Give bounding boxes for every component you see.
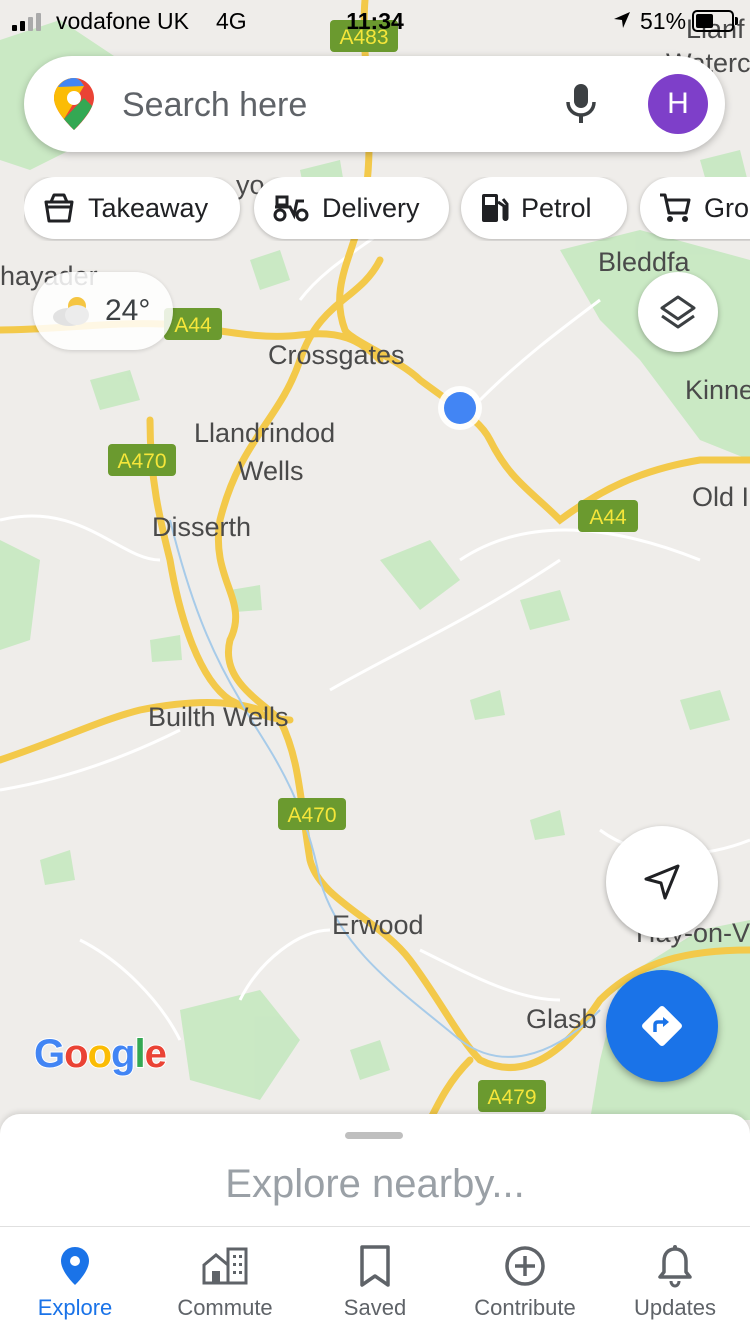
temperature: 24° xyxy=(105,294,151,327)
battery-percent: 51% xyxy=(640,8,687,34)
directions-icon xyxy=(642,1006,682,1046)
plus-circle-icon xyxy=(505,1246,545,1286)
google-maps-logo-icon xyxy=(54,78,94,130)
chip-label: Petrol xyxy=(521,192,592,223)
google-letter: g xyxy=(110,1031,136,1077)
nav-label: Contribute xyxy=(474,1295,576,1320)
google-letter: l xyxy=(133,1031,146,1077)
status-bar: vodafone UK 4G 11:34 51% xyxy=(0,0,750,44)
nav-explore[interactable]: Explore xyxy=(0,1227,150,1335)
sheet-drag-handle[interactable] xyxy=(345,1132,403,1139)
google-letter: G xyxy=(33,1031,66,1077)
location-services-icon xyxy=(614,12,630,28)
nav-commute[interactable]: Commute xyxy=(150,1227,300,1335)
road-a44-east: A44 xyxy=(589,506,627,529)
weather-badge[interactable]: 24° xyxy=(33,272,173,350)
takeaway-icon xyxy=(44,193,74,223)
chip-label: Delivery xyxy=(322,192,420,223)
google-letter: o xyxy=(63,1031,89,1077)
google-logo: Google xyxy=(33,1031,168,1077)
nav-label: Explore xyxy=(37,1295,113,1320)
bookmark-icon xyxy=(360,1245,390,1287)
google-letter: o xyxy=(87,1031,113,1077)
cart-icon xyxy=(660,193,691,222)
battery-icon xyxy=(692,10,738,32)
road-a44-west: A44 xyxy=(174,314,212,337)
current-location-dot[interactable] xyxy=(438,386,482,430)
petrol-pump-icon xyxy=(482,194,509,222)
partly-cloudy-icon xyxy=(53,297,89,326)
navigation-arrow-icon xyxy=(644,864,680,900)
road-a470-south: A470 xyxy=(287,804,336,827)
directions-button[interactable] xyxy=(606,970,718,1082)
avatar[interactable]: H xyxy=(648,74,708,134)
bottom-navigation: Explore Commute Saved Contribute Updates xyxy=(0,1226,750,1335)
place-kinne: Kinne xyxy=(685,375,750,405)
microphone-icon[interactable] xyxy=(564,82,598,126)
map-canvas[interactable]: Crossgates Llandrindod Wells Disserth Bu… xyxy=(0,0,750,1120)
road-a479: A479 xyxy=(487,1086,536,1109)
place-crossgates: Crossgates xyxy=(268,340,405,370)
chip-delivery[interactable]: Delivery xyxy=(254,177,449,239)
chip-takeaway[interactable]: Takeaway xyxy=(24,177,240,239)
place-erwood: Erwood xyxy=(332,910,424,940)
place-old: Old I xyxy=(692,482,749,512)
layers-icon xyxy=(660,295,696,329)
layers-button[interactable] xyxy=(638,272,718,352)
category-chips: Takeaway Delivery Petrol Gro xyxy=(24,177,750,241)
place-llandrindod: Llandrindod xyxy=(194,418,335,448)
clock: 11:34 xyxy=(346,8,404,34)
nav-updates[interactable]: Updates xyxy=(600,1227,750,1335)
nav-saved[interactable]: Saved xyxy=(300,1227,450,1335)
place-glasb: Glasb xyxy=(526,1004,597,1034)
google-letter: e xyxy=(144,1031,168,1077)
explore-sheet[interactable]: Explore nearby... xyxy=(0,1114,750,1226)
nav-label: Updates xyxy=(634,1295,716,1320)
search-bar[interactable]: H xyxy=(24,56,725,152)
recenter-button[interactable] xyxy=(606,826,718,938)
search-input[interactable] xyxy=(120,78,524,132)
delivery-scooter-icon xyxy=(273,195,309,222)
place-builth-wells: Builth Wells xyxy=(148,702,289,732)
nav-contribute[interactable]: Contribute xyxy=(450,1227,600,1335)
explore-pin-icon xyxy=(61,1247,89,1285)
chip-petrol[interactable]: Petrol xyxy=(461,177,627,239)
bell-icon xyxy=(658,1245,692,1288)
place-disserth: Disserth xyxy=(152,512,251,542)
chip-groceries[interactable]: Gro xyxy=(640,177,750,239)
commute-building-icon xyxy=(202,1247,248,1285)
road-a470-north: A470 xyxy=(117,450,166,473)
place-wells: Wells xyxy=(238,456,304,486)
chip-label: Gro xyxy=(704,192,750,223)
nav-label: Commute xyxy=(177,1295,273,1320)
explore-nearby-title: Explore nearby... xyxy=(225,1162,525,1206)
chip-label: Takeaway xyxy=(88,192,209,223)
nav-label: Saved xyxy=(343,1295,407,1320)
